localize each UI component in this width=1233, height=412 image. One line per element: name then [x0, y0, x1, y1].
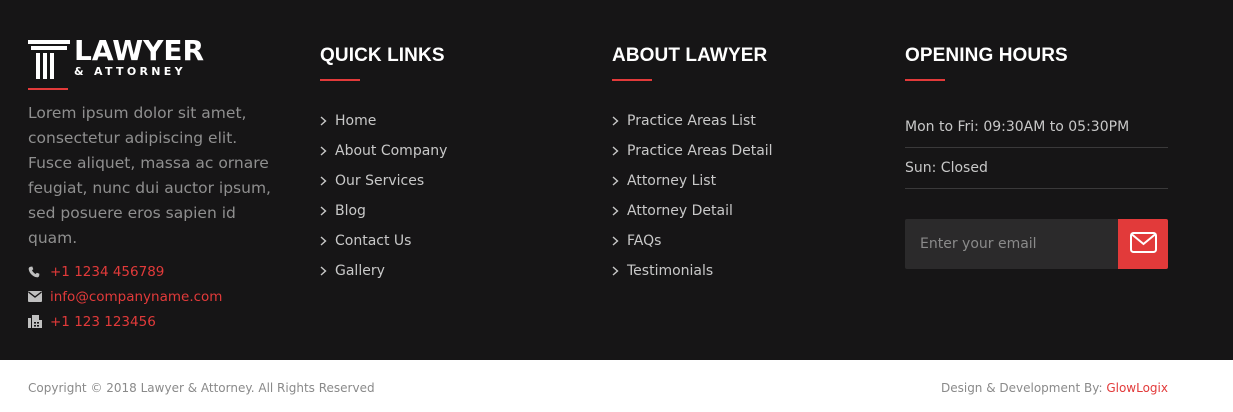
quick-link-label: Our Services: [335, 173, 425, 189]
email-input[interactable]: [905, 219, 1118, 269]
about-lawyer-list: Practice Areas List Practice Areas Detai…: [612, 106, 872, 286]
quick-link-label: Contact Us: [335, 233, 412, 249]
footer-bottom-bar: Copyright © 2018 Lawyer & Attorney. All …: [0, 360, 1233, 412]
credit-link[interactable]: GlowLogix: [1106, 381, 1168, 395]
about-lawyer-heading: ABOUT LAWYER: [612, 45, 768, 66]
about-link-label: Practice Areas List: [627, 113, 756, 129]
chevron-right-icon: [612, 146, 627, 156]
quick-link-label: About Company: [335, 143, 448, 159]
contact-email[interactable]: info@companyname.com: [28, 284, 288, 309]
quick-link-gallery[interactable]: Gallery: [320, 256, 560, 286]
chevron-right-icon: [612, 176, 627, 186]
chevron-right-icon: [320, 236, 335, 246]
quick-link-label: Home: [335, 113, 377, 129]
chevron-right-icon: [612, 116, 627, 126]
logo[interactable]: LAWYER & ATTORNEY: [28, 34, 208, 80]
hours-list: Mon to Fri: 09:30AM to 05:30PM Sun: Clos…: [905, 106, 1168, 189]
quick-links-column: QUICK LINKS Home About Company Our Servi…: [320, 38, 560, 286]
contact-phone[interactable]: +1 1234 456789: [28, 259, 288, 284]
quick-links-heading: QUICK LINKS: [320, 45, 445, 66]
about-lawyer-column: ABOUT LAWYER Practice Areas List Practic…: [612, 38, 872, 286]
quick-links-underline: [320, 79, 360, 81]
brand-underline: [28, 88, 68, 90]
quick-links-list: Home About Company Our Services Blog Con…: [320, 106, 560, 286]
quick-link-label: Gallery: [335, 263, 385, 279]
credit-prefix: Design & Development By:: [940, 381, 1107, 395]
about-link-faqs[interactable]: FAQs: [612, 226, 872, 256]
opening-hours-heading: OPENING HOURS: [905, 45, 1068, 66]
chevron-right-icon: [612, 206, 627, 216]
logo-title: LAWYER: [74, 34, 205, 67]
opening-hours-underline: [905, 79, 945, 81]
contact-email-text: info@companyname.com: [50, 288, 223, 305]
credit-text: Design & Development By: GlowLogix: [941, 381, 1168, 395]
subscribe-button[interactable]: [1118, 219, 1168, 269]
hours-row-sunday: Sun: Closed: [905, 148, 1168, 189]
mail-icon: [1129, 232, 1157, 256]
opening-hours-column: OPENING HOURS Mon to Fri: 09:30AM to 05:…: [905, 38, 1168, 269]
contact-list: +1 1234 456789 info@companyname.com +1 1…: [28, 259, 288, 334]
fax-icon: [28, 315, 50, 328]
phone-icon: [28, 266, 50, 278]
envelope-icon: [28, 291, 50, 302]
newsletter-form: [905, 219, 1168, 269]
contact-fax-text: +1 123 123456: [50, 313, 156, 330]
about-link-label: Attorney List: [627, 173, 717, 189]
about-link-label: Practice Areas Detail: [627, 143, 773, 159]
chevron-right-icon: [320, 206, 335, 216]
quick-link-contact-us[interactable]: Contact Us: [320, 226, 560, 256]
quick-link-our-services[interactable]: Our Services: [320, 166, 560, 196]
chevron-right-icon: [320, 176, 335, 186]
footer-main: LAWYER & ATTORNEY Lorem ipsum dolor sit …: [0, 0, 1233, 360]
about-link-label: Testimonials: [627, 263, 714, 279]
chevron-right-icon: [320, 266, 335, 276]
about-link-testimonials[interactable]: Testimonials: [612, 256, 872, 286]
about-link-practice-areas-detail[interactable]: Practice Areas Detail: [612, 136, 872, 166]
chevron-right-icon: [612, 236, 627, 246]
chevron-right-icon: [320, 146, 335, 156]
quick-link-about-company[interactable]: About Company: [320, 136, 560, 166]
quick-link-home[interactable]: Home: [320, 106, 560, 136]
pillar-logo-icon: [28, 40, 70, 84]
logo-subtitle: & ATTORNEY: [74, 65, 186, 78]
about-link-label: Attorney Detail: [627, 203, 733, 219]
quick-link-label: Blog: [335, 203, 366, 219]
contact-fax[interactable]: +1 123 123456: [28, 309, 288, 334]
about-link-label: FAQs: [627, 233, 662, 249]
brand-description: Lorem ipsum dolor sit amet, consectetur …: [28, 104, 271, 247]
about-link-attorney-detail[interactable]: Attorney Detail: [612, 196, 872, 226]
copyright-text: Copyright © 2018 Lawyer & Attorney. All …: [28, 381, 375, 395]
hours-row-weekdays: Mon to Fri: 09:30AM to 05:30PM: [905, 106, 1168, 148]
chevron-right-icon: [612, 266, 627, 276]
contact-phone-text: +1 1234 456789: [50, 263, 165, 280]
about-link-practice-areas-list[interactable]: Practice Areas List: [612, 106, 872, 136]
about-link-attorney-list[interactable]: Attorney List: [612, 166, 872, 196]
quick-link-blog[interactable]: Blog: [320, 196, 560, 226]
chevron-right-icon: [320, 116, 335, 126]
about-lawyer-underline: [612, 79, 652, 81]
brand-column: LAWYER & ATTORNEY Lorem ipsum dolor sit …: [28, 34, 288, 334]
